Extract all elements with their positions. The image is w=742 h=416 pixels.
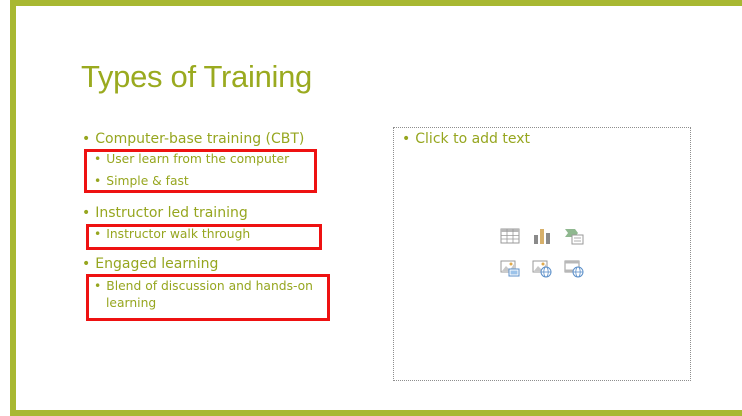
insert-smartart-icon[interactable] xyxy=(564,226,584,246)
bullet-item: • Engaged learning xyxy=(82,256,219,272)
insert-chart-icon[interactable] xyxy=(532,226,552,246)
bullet-label: Computer-base training (CBT) xyxy=(95,131,305,147)
online-picture-icon[interactable] xyxy=(532,258,552,278)
placeholder-prompt[interactable]: • Click to add text xyxy=(402,131,530,147)
slide-frame-left xyxy=(10,0,16,416)
highlight-box xyxy=(84,149,317,193)
bullet-item: • Computer-base training (CBT) xyxy=(82,131,305,147)
bullet-label: Engaged learning xyxy=(95,256,219,272)
highlight-box xyxy=(86,224,322,250)
placeholder-prompt-label: Click to add text xyxy=(415,131,531,147)
slide-frame-top xyxy=(10,0,742,6)
bullet-item: • Instructor led training xyxy=(82,205,248,221)
highlight-box xyxy=(86,274,330,321)
bullet-label: Instructor led training xyxy=(95,205,248,221)
insert-picture-icon[interactable] xyxy=(500,258,520,278)
text-content-placeholder[interactable]: • Click to add text xyxy=(393,127,691,381)
slide-title[interactable]: Types of Training xyxy=(81,59,312,95)
insert-video-icon[interactable] xyxy=(564,258,584,278)
slide-frame-bottom xyxy=(10,410,742,416)
insert-table-icon[interactable] xyxy=(500,226,520,246)
